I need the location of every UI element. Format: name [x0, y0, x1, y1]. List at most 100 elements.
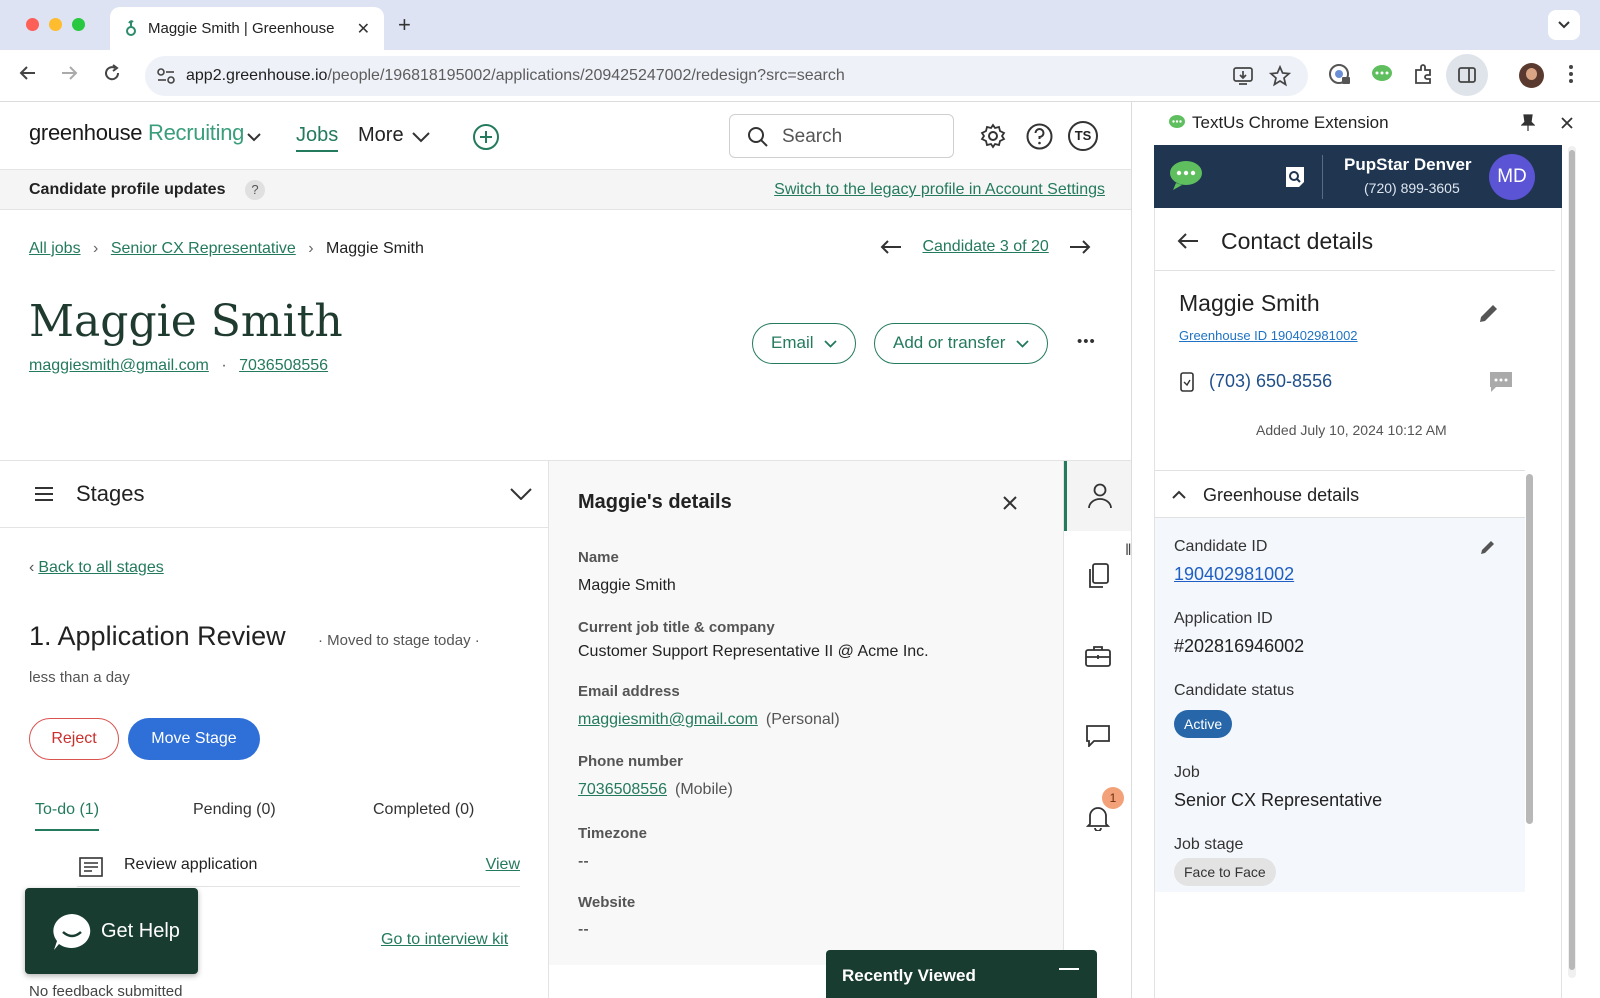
person-icon: [1088, 483, 1112, 509]
textus-extension-icon[interactable]: [1370, 63, 1394, 85]
textus-chat-icon[interactable]: [1168, 159, 1204, 191]
browser-tab[interactable]: Maggie Smith | Greenhouse ✕: [110, 7, 384, 50]
interview-kit-link[interactable]: Go to interview kit: [381, 931, 508, 949]
panel-resize-handle-icon[interactable]: ‖: [1125, 542, 1132, 560]
candidate-status-label: Candidate status: [1174, 682, 1295, 699]
back-to-stages-link[interactable]: ‹ Back to all stages: [29, 559, 164, 577]
account-divider: [1322, 155, 1323, 199]
detail-label-email: Email address: [578, 683, 680, 700]
address-bar[interactable]: app2.greenhouse.io/people/196818195002/a…: [145, 56, 1308, 96]
details-scrollbar[interactable]: [1526, 474, 1533, 824]
contact-phone[interactable]: (703) 650-8556: [1209, 371, 1332, 392]
side-panel-button[interactable]: [1446, 54, 1488, 96]
browser-tabbar: Maggie Smith | Greenhouse ✕ +: [0, 0, 1600, 50]
profile-avatar[interactable]: [1519, 63, 1544, 88]
forward-arrow-icon[interactable]: [59, 63, 79, 83]
greenhouse-id-link[interactable]: Greenhouse ID 190402981002: [1179, 328, 1358, 343]
window-zoom-button[interactable]: [72, 18, 85, 31]
rail-messages-tab[interactable]: [1064, 701, 1132, 771]
contact-details-view: Contact details Maggie Smith Greenhouse …: [1154, 208, 1562, 998]
new-tab-icon[interactable]: +: [398, 12, 411, 38]
bookmark-star-icon[interactable]: [1269, 65, 1291, 87]
extension-side-panel: TextUs Chrome Extension PupStar Denver (…: [1131, 102, 1600, 998]
reload-icon[interactable]: [102, 63, 122, 83]
task-view-link[interactable]: View: [486, 856, 520, 874]
tab-close-icon[interactable]: ✕: [357, 19, 370, 39]
extension-scrollbar[interactable]: [1568, 146, 1576, 978]
candidate-count-link[interactable]: Candidate 3 of 20: [922, 238, 1048, 255]
rail-documents-tab[interactable]: [1064, 541, 1132, 611]
hamburger-menu-icon[interactable]: [34, 486, 54, 502]
tab-pending[interactable]: Pending (0): [193, 801, 276, 819]
candidate-email-link[interactable]: maggiesmith@gmail.com: [29, 357, 209, 374]
scrollbar-thumb[interactable]: [1569, 150, 1575, 970]
help-icon[interactable]: [1026, 123, 1053, 150]
browser-menu-icon[interactable]: [1568, 63, 1574, 85]
search-input[interactable]: Search: [729, 114, 954, 158]
move-stage-button[interactable]: Move Stage: [128, 718, 260, 760]
breadcrumb-job[interactable]: Senior CX Representative: [111, 240, 296, 257]
email-button-label: Email: [771, 333, 814, 352]
close-panel-icon[interactable]: [1560, 116, 1574, 130]
candidate-id-link[interactable]: 190402981002: [1174, 564, 1294, 585]
install-app-icon[interactable]: [1232, 66, 1254, 86]
profile-updates-banner: Candidate profile updates ? Switch to th…: [0, 170, 1131, 210]
add-plus-icon[interactable]: [472, 123, 500, 151]
edit-pencil-icon[interactable]: [1479, 538, 1497, 556]
extension-lock-icon[interactable]: [1328, 63, 1352, 87]
site-settings-icon[interactable]: [157, 68, 175, 84]
reject-button[interactable]: Reject: [29, 718, 119, 760]
detail-phone-link[interactable]: 7036508556: [578, 781, 667, 798]
window-minimize-button[interactable]: [49, 18, 62, 31]
greenhouse-details-toggle[interactable]: Greenhouse details: [1155, 470, 1525, 518]
rail-details-tab[interactable]: [1064, 461, 1132, 531]
get-help-label: Get Help: [101, 920, 180, 942]
url-path: /people/196818195002/applications/209425…: [327, 67, 845, 84]
candidate-phone-link[interactable]: 7036508556: [239, 357, 328, 374]
nav-jobs[interactable]: Jobs: [296, 124, 339, 152]
greenhouse-logo[interactable]: greenhouse Recruiting: [29, 120, 244, 146]
add-or-transfer-button[interactable]: Add or transfer: [874, 323, 1049, 364]
rail-notifications-tab[interactable]: 1: [1064, 781, 1132, 851]
back-arrow-icon[interactable]: [18, 63, 38, 83]
chevron-up-icon: [1172, 490, 1186, 499]
minimize-icon[interactable]: [1059, 968, 1079, 970]
extensions-puzzle-icon[interactable]: [1413, 63, 1435, 85]
window-close-button[interactable]: [26, 18, 39, 31]
legacy-profile-link[interactable]: Switch to the legacy profile in Account …: [774, 181, 1105, 199]
stages-header[interactable]: Stages: [0, 461, 548, 528]
email-button[interactable]: Email: [752, 323, 857, 364]
previous-candidate-arrow-icon[interactable]: [880, 239, 902, 255]
breadcrumb-all-jobs[interactable]: All jobs: [29, 240, 81, 257]
message-icon[interactable]: [1489, 371, 1513, 393]
details-title: Maggie's details: [578, 491, 732, 513]
bell-icon: [1086, 807, 1110, 831]
tab-completed[interactable]: Completed (0): [373, 801, 474, 819]
edit-pencil-icon[interactable]: [1478, 302, 1500, 324]
contact-lookup-icon[interactable]: [1284, 165, 1306, 189]
gear-icon[interactable]: [980, 123, 1006, 149]
recently-viewed-label: Recently Viewed: [842, 966, 976, 985]
next-candidate-arrow-icon[interactable]: [1069, 239, 1091, 255]
get-help-button[interactable]: Get Help: [25, 888, 198, 974]
product-switcher-chevron-icon[interactable]: [247, 132, 261, 142]
more-actions-icon[interactable]: •••: [1077, 333, 1096, 350]
detail-email-link[interactable]: maggiesmith@gmail.com: [578, 711, 758, 728]
tab-todo[interactable]: To-do (1): [35, 801, 100, 831]
banner-help-icon[interactable]: ?: [245, 180, 265, 200]
pin-icon[interactable]: [1521, 114, 1535, 132]
back-arrow-icon[interactable]: [1177, 232, 1199, 250]
banner-title: Candidate profile updates: [29, 181, 226, 198]
close-icon[interactable]: [1002, 495, 1018, 511]
breadcrumb-separator-icon: ›: [93, 240, 99, 257]
nav-more[interactable]: More: [358, 124, 404, 147]
extension-user-avatar[interactable]: MD: [1489, 154, 1535, 200]
candidate-details-panel: Maggie's details Name Maggie Smith Curre…: [549, 460, 1063, 965]
tab-search-button[interactable]: [1548, 10, 1580, 40]
recently-viewed-bar[interactable]: Recently Viewed: [826, 950, 1097, 998]
greenhouse-details-body: Candidate ID 190402981002 Application ID…: [1155, 518, 1525, 892]
status-badge: Active: [1174, 710, 1233, 738]
user-avatar[interactable]: TS: [1068, 121, 1098, 151]
rail-jobs-tab[interactable]: [1064, 621, 1132, 691]
chevron-down-icon[interactable]: [510, 488, 532, 500]
